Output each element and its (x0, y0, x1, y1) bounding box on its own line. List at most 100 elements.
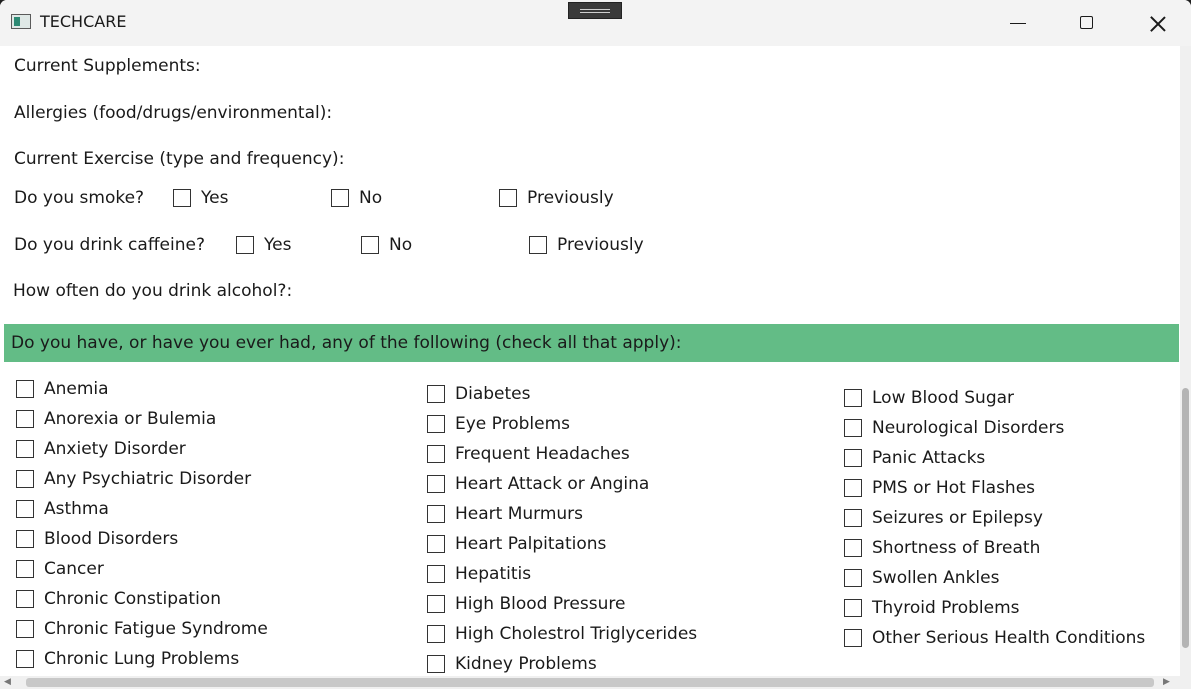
scroll-left-arrow-icon[interactable]: ◀ (4, 676, 11, 689)
condition-checkbox[interactable] (427, 475, 445, 493)
condition-label: Cancer (44, 559, 104, 579)
caffeine-yes-checkbox[interactable] (236, 236, 254, 254)
condition-checkbox[interactable] (427, 595, 445, 613)
condition-label: Low Blood Sugar (872, 388, 1015, 408)
condition-item[interactable]: Blood Disorders (16, 529, 178, 549)
condition-label: Diabetes (455, 384, 531, 404)
caffeine-no-checkbox[interactable] (361, 236, 379, 254)
condition-item[interactable]: Anxiety Disorder (16, 439, 186, 459)
condition-item[interactable]: Anemia (16, 379, 109, 399)
caffeine-no-option[interactable]: No (361, 235, 412, 255)
condition-checkbox[interactable] (16, 530, 34, 548)
condition-checkbox[interactable] (16, 620, 34, 638)
condition-item[interactable]: Eye Problems (427, 414, 570, 434)
condition-checkbox[interactable] (844, 569, 862, 587)
condition-item[interactable]: Chronic Constipation (16, 589, 221, 609)
condition-checkbox[interactable] (427, 565, 445, 583)
maximize-button[interactable] (1052, 0, 1122, 46)
smoke-previously-checkbox[interactable] (499, 189, 517, 207)
condition-label: Any Psychiatric Disorder (44, 469, 252, 489)
condition-item[interactable]: Frequent Headaches (427, 444, 630, 464)
condition-checkbox[interactable] (16, 440, 34, 458)
condition-item[interactable]: High Cholestrol Triglycerides (427, 624, 697, 644)
condition-checkbox[interactable] (844, 629, 862, 647)
condition-checkbox[interactable] (844, 599, 862, 617)
condition-checkbox[interactable] (16, 560, 34, 578)
condition-checkbox[interactable] (427, 445, 445, 463)
condition-item[interactable]: Anorexia or Bulemia (16, 409, 216, 429)
vertical-scroll-thumb[interactable] (1182, 388, 1189, 648)
condition-item[interactable]: Diabetes (427, 384, 530, 404)
smoke-previously-option[interactable]: Previously (499, 188, 614, 208)
title-bar[interactable]: TECHCARE (0, 0, 1191, 46)
app-window: TECHCARE Current Supplements: Allergies … (0, 0, 1191, 689)
close-button[interactable] (1122, 0, 1191, 46)
condition-label: Chronic Fatigue Syndrome (44, 619, 268, 639)
condition-item[interactable]: Cancer (16, 559, 104, 579)
conditions-header-text: Do you have, or have you ever had, any o… (11, 333, 682, 353)
condition-checkbox[interactable] (16, 650, 34, 668)
caffeine-yes-label: Yes (264, 235, 292, 255)
condition-label: Blood Disorders (44, 529, 179, 549)
condition-checkbox[interactable] (844, 389, 862, 407)
condition-item[interactable]: Other Serious Health Conditions (844, 628, 1145, 648)
condition-item[interactable]: PMS or Hot Flashes (844, 478, 1035, 498)
horizontal-scroll-thumb[interactable] (26, 678, 1154, 687)
condition-checkbox[interactable] (844, 419, 862, 437)
condition-item[interactable]: Heart Murmurs (427, 504, 583, 524)
vertical-scrollbar[interactable] (1180, 46, 1191, 676)
condition-item[interactable]: Low Blood Sugar (844, 388, 1014, 408)
smoke-no-checkbox[interactable] (331, 189, 349, 207)
condition-item[interactable]: Asthma (16, 499, 109, 519)
condition-item[interactable]: Neurological Disorders (844, 418, 1064, 438)
smoke-previously-label: Previously (527, 188, 614, 208)
condition-item[interactable]: Chronic Lung Problems (16, 649, 239, 669)
smoke-no-option[interactable]: No (331, 188, 382, 208)
condition-item[interactable]: Any Psychiatric Disorder (16, 469, 251, 489)
condition-checkbox[interactable] (427, 505, 445, 523)
smoke-yes-option[interactable]: Yes (173, 188, 228, 208)
condition-checkbox[interactable] (844, 509, 862, 527)
condition-label: Heart Attack or Angina (455, 474, 650, 494)
condition-checkbox[interactable] (427, 535, 445, 553)
condition-checkbox[interactable] (427, 655, 445, 673)
caffeine-no-label: No (389, 235, 413, 255)
condition-checkbox[interactable] (16, 410, 34, 428)
condition-item[interactable]: Heart Palpitations (427, 534, 606, 554)
supplements-label: Current Supplements: (14, 56, 201, 76)
condition-item[interactable]: Kidney Problems (427, 654, 597, 674)
caffeine-previously-checkbox[interactable] (529, 236, 547, 254)
horizontal-scrollbar[interactable]: ◀ ▶ (0, 676, 1191, 689)
caffeine-yes-option[interactable]: Yes (236, 235, 291, 255)
condition-checkbox[interactable] (844, 449, 862, 467)
condition-item[interactable]: Hepatitis (427, 564, 531, 584)
condition-item[interactable]: High Blood Pressure (427, 594, 625, 614)
condition-checkbox[interactable] (427, 625, 445, 643)
condition-checkbox[interactable] (16, 380, 34, 398)
condition-item[interactable]: Thyroid Problems (844, 598, 1020, 618)
condition-item[interactable]: Swollen Ankles (844, 568, 999, 588)
condition-item[interactable]: Heart Attack or Angina (427, 474, 649, 494)
condition-label: Other Serious Health Conditions (872, 628, 1146, 648)
caffeine-previously-option[interactable]: Previously (529, 235, 644, 255)
form-content: Current Supplements: Allergies (food/dru… (0, 46, 1180, 676)
condition-item[interactable]: Shortness of Breath (844, 538, 1040, 558)
condition-checkbox[interactable] (16, 590, 34, 608)
scroll-right-arrow-icon[interactable]: ▶ (1163, 676, 1170, 689)
condition-item[interactable]: Panic Attacks (844, 448, 985, 468)
condition-item[interactable]: Seizures or Epilepsy (844, 508, 1043, 528)
smoke-yes-label: Yes (201, 188, 229, 208)
condition-checkbox[interactable] (16, 500, 34, 518)
snap-layout-handle[interactable] (568, 2, 622, 19)
smoke-yes-checkbox[interactable] (173, 189, 191, 207)
app-window-icon (11, 14, 31, 29)
condition-checkbox[interactable] (844, 539, 862, 557)
minimize-button[interactable] (982, 0, 1052, 46)
condition-label: Thyroid Problems (872, 598, 1020, 618)
condition-label: Chronic Lung Problems (44, 649, 240, 669)
condition-checkbox[interactable] (844, 479, 862, 497)
condition-item[interactable]: Chronic Fatigue Syndrome (16, 619, 268, 639)
condition-checkbox[interactable] (427, 385, 445, 403)
condition-checkbox[interactable] (16, 470, 34, 488)
condition-checkbox[interactable] (427, 415, 445, 433)
